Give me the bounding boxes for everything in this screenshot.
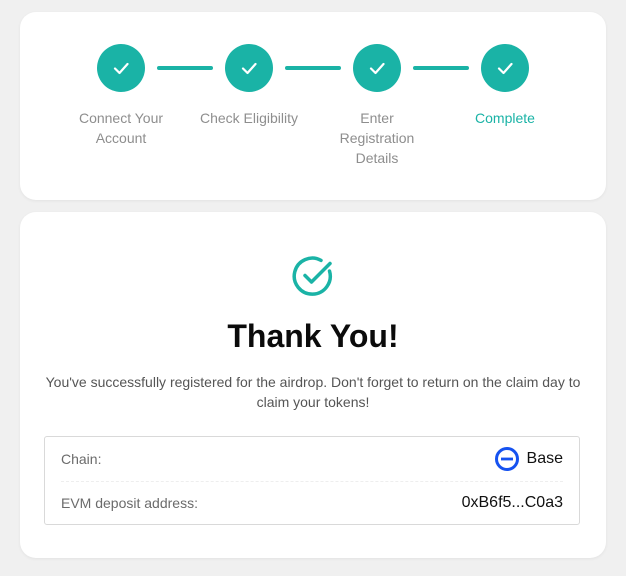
step-4-complete-badge	[481, 44, 529, 92]
chain-row: Chain: Base	[61, 437, 563, 481]
success-message: You've successfully registered for the a…	[45, 374, 581, 410]
address-row: EVM deposit address: 0xB6f5...C0a3	[61, 481, 563, 525]
confirmation-card: Thank You! You've successfully registere…	[20, 212, 606, 558]
chain-value-group: Base	[494, 447, 563, 471]
check-icon	[113, 62, 129, 75]
chain-value: Base	[526, 450, 563, 467]
step-2-complete-badge	[225, 44, 273, 92]
base-chain-icon	[494, 447, 519, 471]
address-label: EVM deposit address:	[61, 495, 198, 511]
step-2-label: Check Eligibility	[199, 110, 299, 126]
check-icon	[241, 62, 257, 75]
step-connector-1	[157, 66, 213, 70]
check-icon	[369, 62, 385, 75]
registration-stepper: Connect Your Account Check Eligibility E…	[20, 12, 606, 200]
step-4-label: Complete	[475, 110, 535, 126]
step-1-label: Connect Your Account	[78, 110, 164, 146]
check-icon	[497, 62, 513, 75]
step-3-complete-badge	[353, 44, 401, 92]
step-connector-2	[285, 66, 341, 70]
chain-label: Chain:	[61, 451, 102, 467]
check-circle-icon	[292, 256, 332, 296]
step-3-label: Enter Registration Details	[339, 110, 415, 166]
thank-you-heading: Thank You!	[227, 318, 399, 354]
step-1-complete-badge	[97, 44, 145, 92]
registration-details-box: Chain: Base EVM deposit address: 0xB6f5.…	[44, 436, 580, 525]
step-connector-3	[413, 66, 469, 70]
address-value: 0xB6f5...C0a3	[461, 494, 563, 511]
